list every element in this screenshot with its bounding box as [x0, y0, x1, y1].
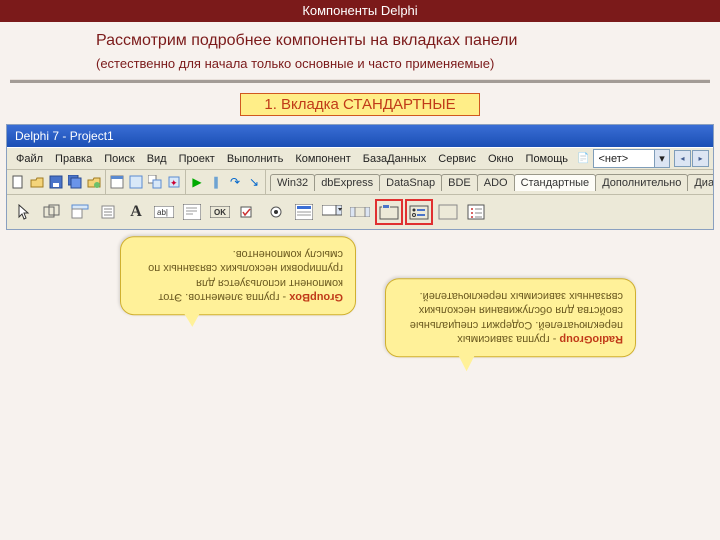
openproj-icon[interactable]	[85, 173, 103, 191]
save-icon[interactable]	[47, 173, 65, 191]
nav-fwd[interactable]: ▸	[692, 150, 709, 167]
menu-file[interactable]: Файл	[11, 151, 48, 167]
callout-radiogroup: RadioGroup - группа зависимых переключат…	[385, 278, 636, 357]
intro-sub: (естественно для начала только основные …	[0, 56, 720, 75]
radiobutton-icon[interactable]	[263, 199, 289, 225]
callout-radiogroup-title: RadioGroup	[559, 333, 623, 345]
menu-edit[interactable]: Правка	[50, 151, 97, 167]
run-icon[interactable]: ▶	[188, 173, 206, 191]
menu-run[interactable]: Выполнить	[222, 151, 288, 167]
ide-titlebar: Delphi 7 - Project1	[7, 125, 713, 147]
label-icon[interactable]: A	[123, 199, 149, 225]
toggle-icon[interactable]	[146, 173, 164, 191]
menu-database[interactable]: БазаДанных	[358, 151, 432, 167]
panel-icon[interactable]	[435, 199, 461, 225]
popupmenu-icon[interactable]	[95, 199, 121, 225]
callouts-area: GroupBox - группа элементов. Этот компон…	[0, 230, 720, 480]
open-icon[interactable]	[28, 173, 46, 191]
menu-window[interactable]: Окно	[483, 151, 519, 167]
project-combo[interactable]: <нет> ▾	[593, 149, 670, 168]
ide-title: Delphi 7 - Project1	[15, 129, 114, 143]
menu-search[interactable]: Поиск	[99, 151, 139, 167]
nav-back[interactable]: ◂	[674, 150, 691, 167]
menu-help[interactable]: Помощь	[521, 151, 574, 167]
mainmenu-icon[interactable]	[67, 199, 93, 225]
tab-standard[interactable]: Стандартные	[514, 174, 597, 191]
tab-dbexpress[interactable]: dbExpress	[314, 174, 380, 191]
menu-component[interactable]: Компонент	[290, 151, 355, 167]
component-palette: A ab| OK	[7, 195, 713, 229]
memo-icon[interactable]	[179, 199, 205, 225]
groupbox-highlight	[375, 199, 403, 225]
listbox-icon[interactable]	[291, 199, 317, 225]
edit-icon[interactable]: ab|	[151, 199, 177, 225]
callout-groupbox: GroupBox - группа элементов. Этот компон…	[120, 236, 356, 315]
callout-groupbox-title: GroupBox	[289, 291, 343, 303]
tab-dialogs[interactable]: Диалоги	[687, 174, 713, 191]
actionlist-icon[interactable]	[463, 199, 489, 225]
tab-additional[interactable]: Дополнительно	[595, 174, 688, 191]
toolbar-row: ✦ ▶ ∥ ↷ ↘ Win32 dbExpress DataSnap BDE A…	[7, 170, 713, 195]
stepin-icon[interactable]: ↘	[245, 173, 263, 191]
menu-project[interactable]: Проект	[174, 151, 220, 167]
component-tabs: Win32 dbExpress DataSnap BDE ADO Стандар…	[270, 174, 713, 191]
combo-value: <нет>	[594, 153, 632, 165]
pause-icon[interactable]: ∥	[207, 173, 225, 191]
scrollbar-icon[interactable]	[347, 199, 373, 225]
tab-datasnap[interactable]: DataSnap	[379, 174, 442, 191]
tab-win32[interactable]: Win32	[270, 174, 315, 191]
saveall-icon[interactable]	[66, 173, 84, 191]
radiogroup-highlight	[405, 199, 433, 225]
button-icon[interactable]: OK	[207, 199, 233, 225]
newform-icon[interactable]: ✦	[165, 173, 183, 191]
section-label: 1. Вкладка СТАНДАРТНЫЕ	[240, 93, 480, 116]
cursor-icon[interactable]	[11, 199, 37, 225]
slide-title: Компоненты Delphi	[0, 0, 720, 22]
svg-text:OK: OK	[214, 208, 226, 217]
combobox-icon[interactable]	[319, 199, 345, 225]
svg-text:ab|: ab|	[157, 208, 168, 217]
checkbox-icon[interactable]	[235, 199, 261, 225]
tab-ado[interactable]: ADO	[477, 174, 515, 191]
separator	[10, 79, 710, 83]
svg-text:✦: ✦	[170, 178, 178, 188]
new-icon[interactable]	[9, 173, 27, 191]
ide-window: Delphi 7 - Project1 Файл Правка Поиск Ви…	[6, 124, 714, 230]
stepover-icon[interactable]: ↷	[226, 173, 244, 191]
tab-bde[interactable]: BDE	[441, 174, 478, 191]
menu-tools[interactable]: Сервис	[433, 151, 481, 167]
chevron-down-icon[interactable]: ▾	[654, 150, 669, 167]
viewunit-icon[interactable]	[108, 173, 126, 191]
menu-bar: Файл Правка Поиск Вид Проект Выполнить К…	[7, 147, 713, 170]
combo-icon: 📄	[577, 153, 589, 164]
intro-main: Рассмотрим подробнее компоненты на вклад…	[0, 22, 720, 56]
groupbox-icon[interactable]	[377, 200, 401, 224]
radiogroup-icon[interactable]	[407, 200, 431, 224]
menu-view[interactable]: Вид	[142, 151, 172, 167]
frames-icon[interactable]	[39, 199, 65, 225]
viewform-icon[interactable]	[127, 173, 145, 191]
